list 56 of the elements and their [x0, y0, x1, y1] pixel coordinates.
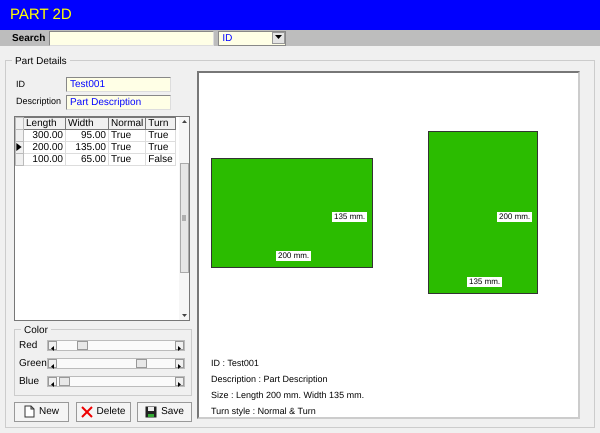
vertical-scrollbar[interactable]: [179, 116, 189, 320]
column-header[interactable]: Normal: [108, 117, 146, 129]
search-field[interactable]: [49, 30, 214, 46]
table-cell: True: [108, 153, 146, 165]
slider-thumb[interactable]: [136, 358, 148, 368]
table-cell: 95.00: [66, 129, 108, 141]
row-header: [16, 117, 24, 129]
column-header[interactable]: Length: [24, 117, 66, 129]
table-cell: 300.00: [24, 129, 66, 141]
grip-icon: [182, 215, 186, 221]
slider-label: Green: [19, 356, 47, 370]
table-cell: 135.00: [66, 141, 108, 153]
new-button[interactable]: New: [14, 402, 69, 422]
dimension-label: 200 mm.: [276, 251, 312, 261]
document-icon: [24, 405, 35, 418]
arrow-right-icon[interactable]: [175, 340, 184, 350]
field-label: ID: [16, 78, 26, 91]
info-text: Size : Length 200 mm. Width 135 mm.: [211, 389, 364, 402]
table-cell: True: [108, 141, 146, 153]
slider-thumb[interactable]: [58, 376, 70, 386]
slider-thumb[interactable]: [76, 340, 88, 350]
info-text: Description : Part Description: [211, 373, 329, 386]
column-header[interactable]: Width: [66, 117, 108, 129]
table-cell: True: [146, 129, 176, 141]
table-cell: 100.00: [24, 153, 66, 165]
arrow-left-icon[interactable]: [48, 340, 57, 350]
arrow-right-icon[interactable]: [175, 376, 184, 386]
table-cell: 65.00: [66, 153, 108, 165]
slider-track[interactable]: [47, 340, 185, 350]
close-icon: [80, 406, 93, 418]
delete-button[interactable]: Delete: [76, 402, 130, 422]
info-text: ID : Test001: [211, 357, 260, 370]
arrow-right-icon[interactable]: [175, 358, 184, 368]
table-cell: False: [146, 153, 176, 165]
text-field[interactable]: Part Description: [66, 94, 171, 110]
table-cell: True: [108, 129, 146, 141]
search-label: Search: [12, 32, 46, 46]
arrow-left-icon[interactable]: [48, 376, 57, 386]
slider-label: Blue: [19, 374, 40, 388]
dimension-label: 200 mm.: [497, 212, 532, 222]
filter-dropdown[interactable]: ID: [218, 30, 286, 46]
dimension-label: 135 mm.: [467, 277, 502, 287]
dimension-label: 135 mm.: [332, 212, 368, 222]
save-button[interactable]: Save: [137, 402, 192, 422]
field-label: Description: [16, 95, 62, 108]
table-cell: 200.00: [24, 141, 66, 153]
column-header[interactable]: Turn: [146, 117, 176, 129]
slider-track[interactable]: [47, 376, 185, 386]
table-cell: True: [146, 141, 176, 153]
text-field[interactable]: Test001: [66, 77, 171, 92]
title-bar: PART 2D: [0, 0, 600, 30]
arrow-left-icon[interactable]: [48, 358, 57, 368]
slider-track[interactable]: [47, 358, 185, 368]
row-indicator[interactable]: [16, 141, 24, 153]
slider-label: Red: [19, 338, 38, 352]
info-text: Turn style : Normal & Turn: [211, 405, 317, 418]
